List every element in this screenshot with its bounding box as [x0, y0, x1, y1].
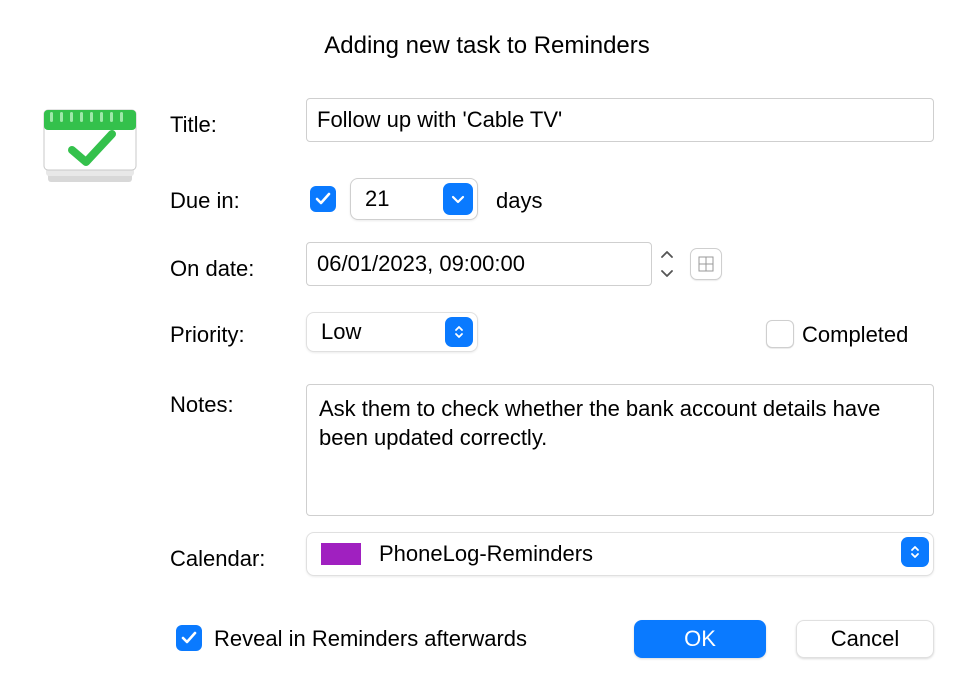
priority-label: Priority:	[170, 322, 245, 348]
chevron-down-icon	[443, 183, 473, 215]
due-in-days-value: 21	[365, 186, 389, 212]
ok-button[interactable]: OK	[634, 620, 766, 658]
notes-label: Notes:	[170, 392, 234, 418]
due-in-days-select[interactable]: 21	[350, 178, 478, 220]
dialog-heading: Adding new task to Reminders	[0, 32, 974, 60]
completed-checkbox[interactable]	[766, 320, 794, 348]
reveal-checkbox[interactable]	[176, 625, 202, 651]
stepper-down-icon[interactable]	[656, 265, 678, 285]
calendar-grid-icon	[698, 256, 714, 272]
due-in-label: Due in:	[170, 188, 240, 214]
stepper-up-icon[interactable]	[656, 244, 678, 264]
priority-value: Low	[321, 319, 361, 345]
title-label: Title:	[170, 112, 217, 138]
updown-caret-icon	[445, 317, 473, 347]
reveal-label: Reveal in Reminders afterwards	[214, 626, 527, 652]
date-picker-button[interactable]	[690, 248, 722, 280]
notes-textarea[interactable]	[306, 384, 934, 516]
updown-caret-icon	[901, 537, 929, 567]
days-suffix-label: days	[496, 188, 542, 214]
cancel-button[interactable]: Cancel	[796, 620, 934, 658]
on-date-input[interactable]	[306, 242, 652, 286]
calendar-color-swatch	[321, 543, 361, 565]
completed-label: Completed	[802, 322, 908, 348]
calendar-select[interactable]: PhoneLog-Reminders	[306, 532, 934, 576]
due-in-checkbox[interactable]	[310, 186, 336, 212]
checkmark-icon	[314, 190, 332, 208]
checkmark-icon	[180, 629, 198, 647]
on-date-label: On date:	[170, 256, 254, 282]
priority-select[interactable]: Low	[306, 312, 478, 352]
title-input[interactable]	[306, 98, 934, 142]
task-dialog: Adding new task to Reminders Title: Due …	[0, 0, 974, 684]
calendar-value: PhoneLog-Reminders	[379, 541, 593, 567]
reminders-app-icon	[42, 104, 138, 192]
on-date-stepper[interactable]	[656, 244, 678, 284]
calendar-label: Calendar:	[170, 546, 265, 572]
